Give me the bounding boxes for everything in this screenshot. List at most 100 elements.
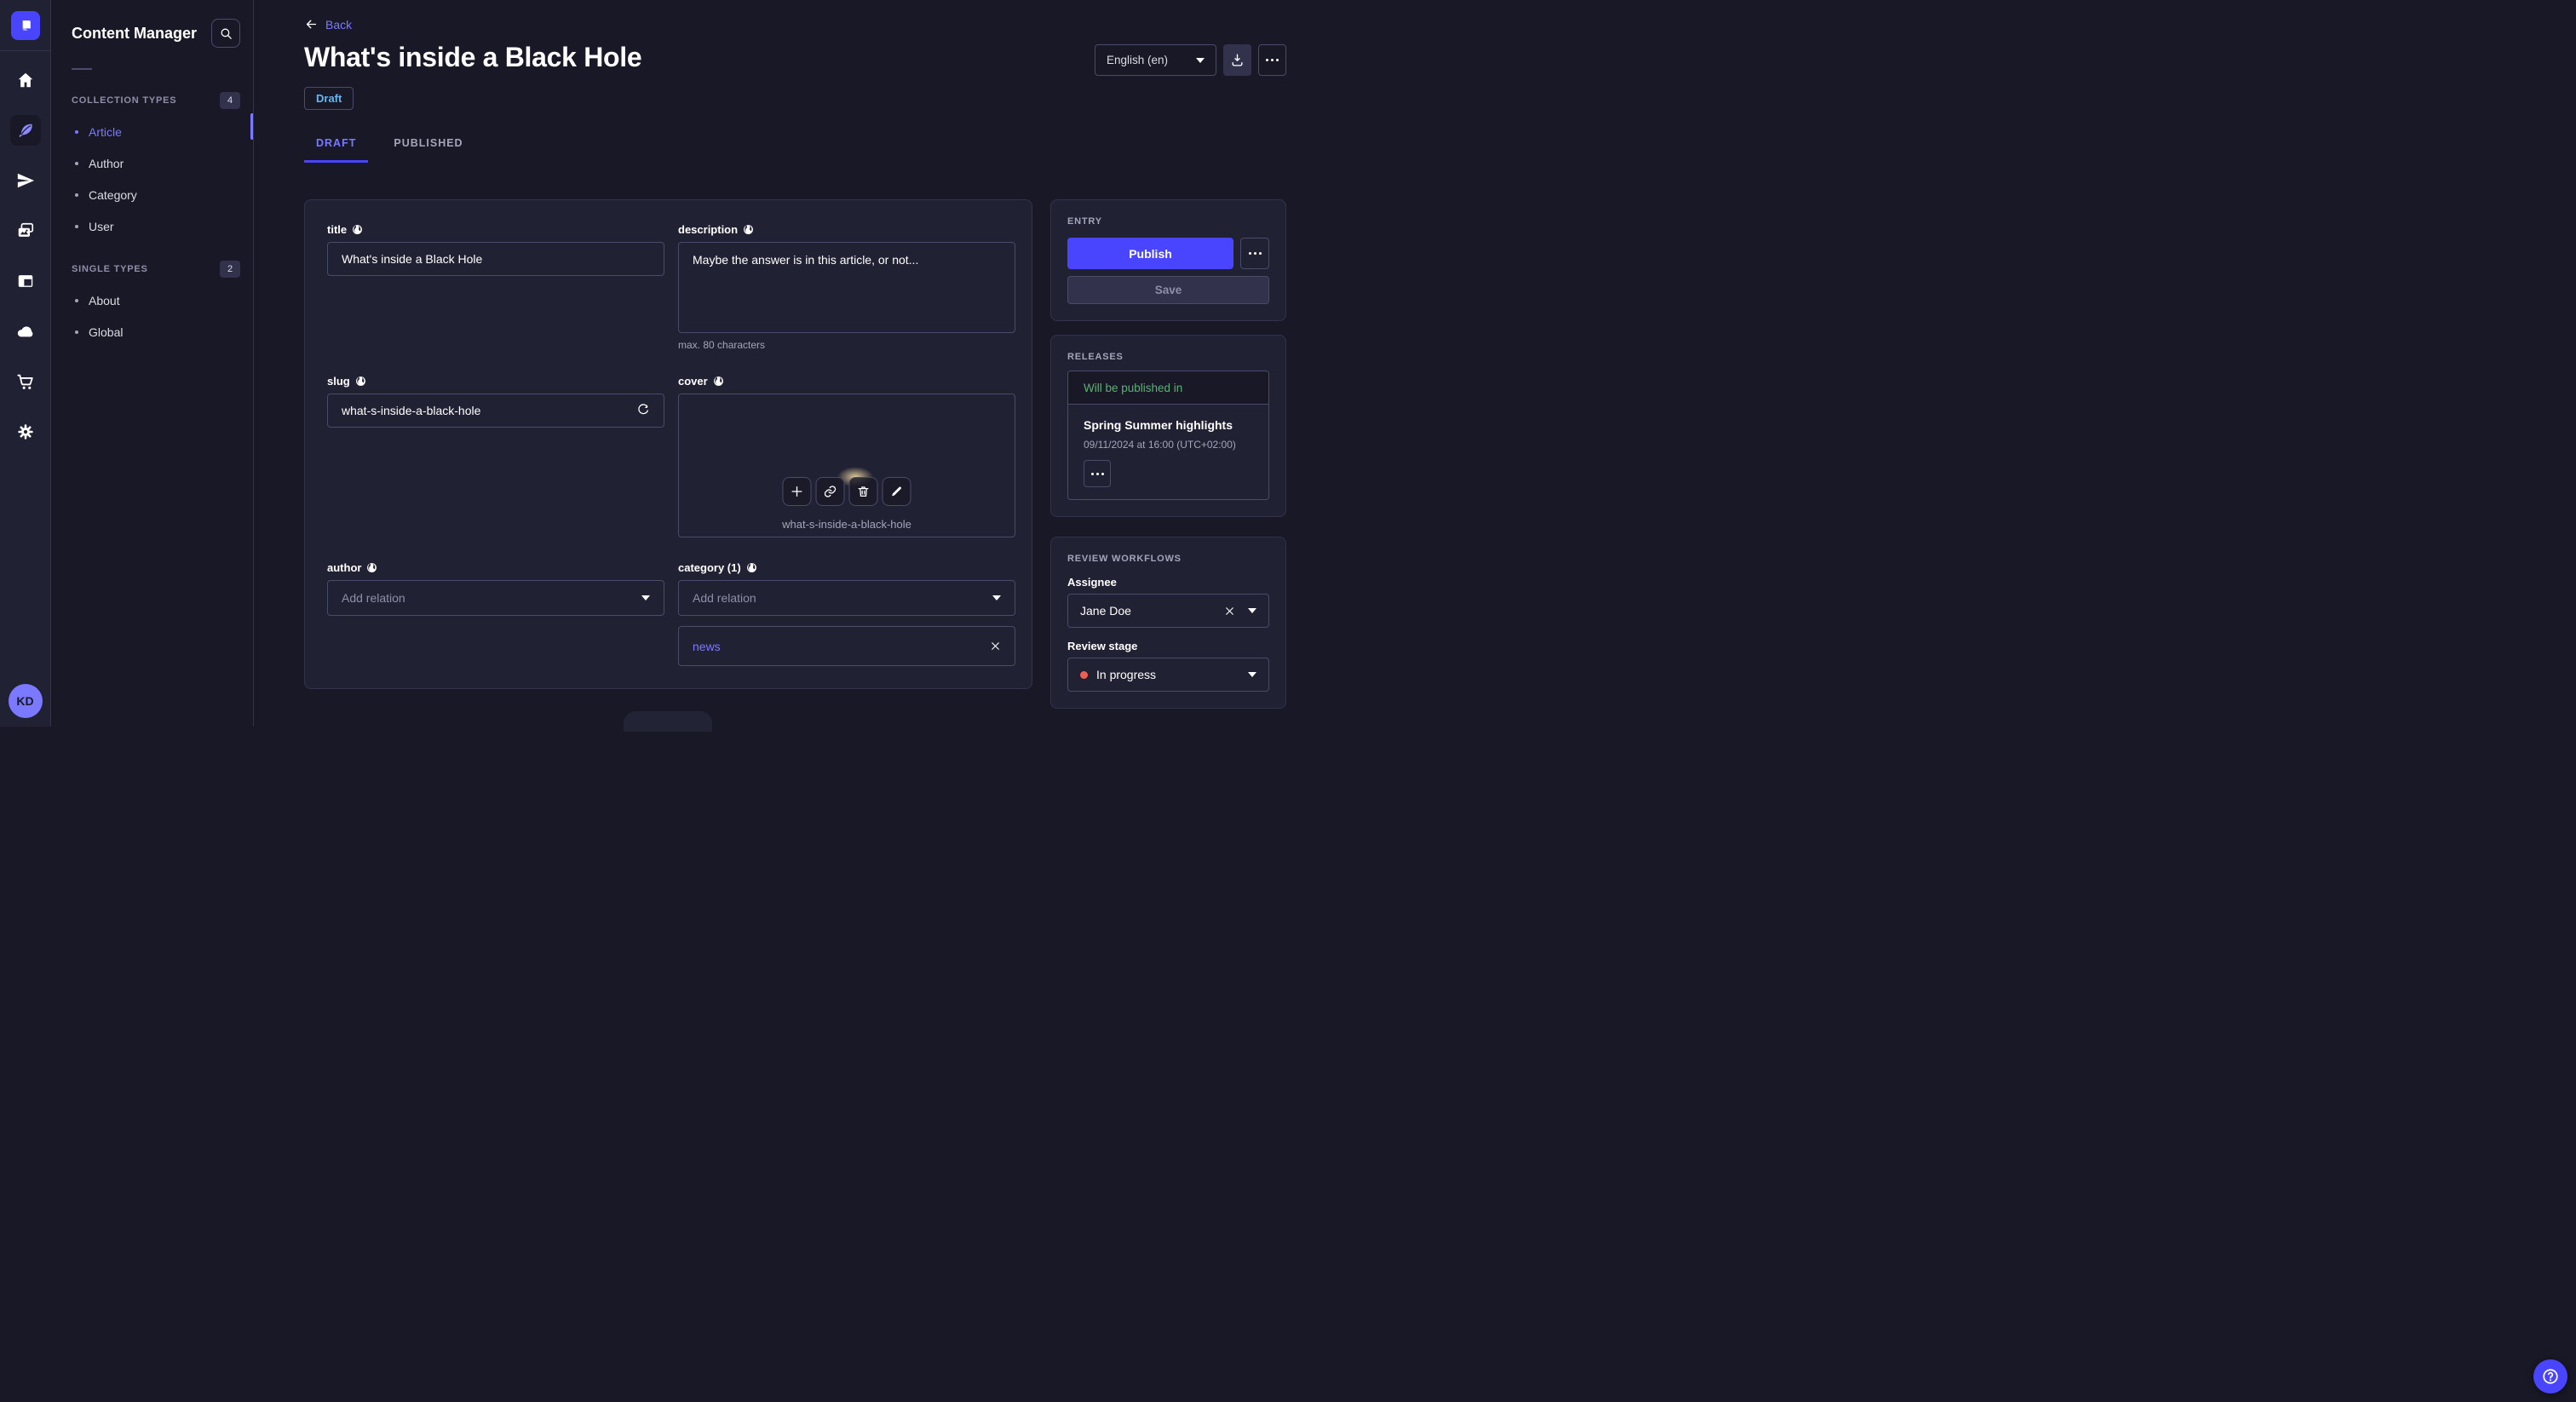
entry-panel: ENTRY Publish Save <box>1050 199 1286 321</box>
content-manager-icon[interactable] <box>9 115 41 146</box>
globe-icon <box>744 225 753 234</box>
tab-draft[interactable]: DRAFT <box>304 137 369 163</box>
review-stage-select[interactable]: In progress <box>1067 658 1269 692</box>
locale-select[interactable]: English (en) <box>1095 44 1216 76</box>
more-options-icon <box>1266 59 1279 61</box>
collection-types-label: COLLECTION TYPES <box>72 95 177 106</box>
author-placeholder: Add relation <box>342 591 405 605</box>
bullet <box>75 192 78 197</box>
sidebar-item-about[interactable]: About <box>72 284 240 316</box>
review-workflows-title: REVIEW WORKFLOWS <box>1067 554 1182 564</box>
release-name-link[interactable]: Spring Summer highlights <box>1084 418 1253 432</box>
sidebar-item-label: Article <box>89 124 122 139</box>
sidebar-item-category[interactable]: Category <box>72 179 240 210</box>
content-type-builder-icon[interactable] <box>10 266 41 296</box>
globe-icon <box>355 376 365 386</box>
cover-image-black-hole <box>753 394 940 509</box>
download-icon <box>1232 54 1243 66</box>
sidebar-item-label: About <box>89 293 120 307</box>
entry-more-options-button[interactable] <box>1240 238 1269 269</box>
review-stage-label: Review stage <box>1067 640 1138 652</box>
release-date: 09/11/2024 at 16:00 (UTC+02:00) <box>1084 439 1236 451</box>
user-avatar[interactable]: KD <box>8 684 43 718</box>
save-button[interactable]: Save <box>1067 276 1269 304</box>
more-options-icon <box>1090 472 1104 475</box>
more-options-button[interactable] <box>1258 44 1286 76</box>
edit-form-card: title What's inside a Black Hole descrip… <box>304 199 1032 689</box>
collection-types-count: 4 <box>220 92 240 109</box>
single-types-list: About Global <box>72 284 240 348</box>
globe-icon <box>746 563 756 572</box>
edit-media-button[interactable] <box>882 477 911 506</box>
status-badge: Draft <box>304 87 354 110</box>
back-label: Back <box>325 17 353 32</box>
media-library-icon[interactable] <box>10 215 41 246</box>
search-button[interactable] <box>211 19 240 48</box>
author-field-label: author <box>327 561 362 574</box>
sidebar-item-user[interactable]: User <box>72 210 240 242</box>
remove-relation-button[interactable] <box>990 641 1001 652</box>
marketplace-cart-icon[interactable] <box>10 366 41 397</box>
single-types-count: 2 <box>220 261 240 278</box>
close-icon <box>992 642 999 650</box>
chevron-down-icon <box>992 595 1001 600</box>
right-sidebar: ENTRY Publish Save RELEASES Will be publ… <box>1050 199 1286 709</box>
globe-icon <box>713 376 723 386</box>
add-media-button[interactable] <box>782 477 812 506</box>
sidebar-item-author[interactable]: Author <box>72 147 240 179</box>
delete-media-button[interactable] <box>848 477 878 506</box>
cloud-icon[interactable] <box>10 316 41 347</box>
slug-field-label: slug <box>327 375 350 388</box>
search-icon <box>221 28 232 39</box>
sidebar-item-label: Author <box>89 156 124 170</box>
sidebar-item-label: Category <box>89 187 137 202</box>
release-card: Will be published in Spring Summer highl… <box>1067 371 1269 500</box>
chevron-down-icon <box>1248 608 1256 613</box>
bullet <box>75 298 78 302</box>
logo-cell <box>0 0 50 51</box>
category-field-label: category (1) <box>678 561 741 574</box>
assignee-value: Jane Doe <box>1080 604 1131 618</box>
releases-icon[interactable] <box>10 165 41 196</box>
publish-button[interactable]: Publish <box>1067 238 1233 269</box>
field-author: author Add relation <box>327 561 664 666</box>
field-cover: cover what-s-inside-a-black-hole <box>678 375 1015 537</box>
field-category: category (1) Add relation news <box>678 561 1015 666</box>
more-options-icon <box>1248 252 1262 255</box>
back-link[interactable]: Back <box>304 17 1286 32</box>
cover-media-card[interactable]: what-s-inside-a-black-hole <box>678 394 1015 537</box>
relation-news-link[interactable]: news <box>693 640 721 653</box>
cover-toolbar <box>782 477 911 506</box>
help-button[interactable] <box>2533 1359 2567 1393</box>
export-button[interactable] <box>1223 44 1251 76</box>
category-relation-combobox[interactable]: Add relation <box>678 580 1015 616</box>
copy-link-button[interactable] <box>815 477 845 506</box>
sidebar-item-article[interactable]: Article <box>72 116 240 147</box>
settings-gear-icon[interactable] <box>10 417 41 447</box>
sidebar-item-label: User <box>89 219 114 233</box>
chevron-down-icon <box>1196 57 1205 63</box>
link-icon <box>824 486 837 497</box>
tab-published[interactable]: PUBLISHED <box>382 137 474 163</box>
main-content: Back What's inside a Black Hole Draft En… <box>254 0 1336 732</box>
author-relation-combobox[interactable]: Add relation <box>327 580 664 616</box>
strapi-logo-icon <box>22 20 31 31</box>
description-textarea[interactable]: Maybe the answer is in this article, or … <box>678 242 1015 333</box>
single-types-label: SINGLE TYPES <box>72 264 148 274</box>
releases-panel: RELEASES Will be published in Spring Sum… <box>1050 335 1286 517</box>
collapsed-bottom-button[interactable] <box>624 711 712 732</box>
cover-field-label: cover <box>678 375 708 388</box>
title-input-value: What's inside a Black Hole <box>342 252 483 266</box>
slug-input[interactable]: what-s-inside-a-black-hole <box>327 394 664 428</box>
release-more-options-button[interactable] <box>1084 460 1111 487</box>
strapi-logo[interactable] <box>10 10 40 40</box>
bullet <box>75 224 78 228</box>
clear-assignee-icon[interactable] <box>1224 606 1235 617</box>
assignee-combobox[interactable]: Jane Doe <box>1067 594 1269 628</box>
home-icon[interactable] <box>10 65 41 95</box>
sidebar-item-global[interactable]: Global <box>72 316 240 348</box>
divider <box>72 68 92 70</box>
regenerate-icon[interactable] <box>636 404 650 417</box>
title-input[interactable]: What's inside a Black Hole <box>327 242 664 276</box>
content-manager-subnav: Content Manager COLLECTION TYPES 4 Artic… <box>51 0 254 727</box>
